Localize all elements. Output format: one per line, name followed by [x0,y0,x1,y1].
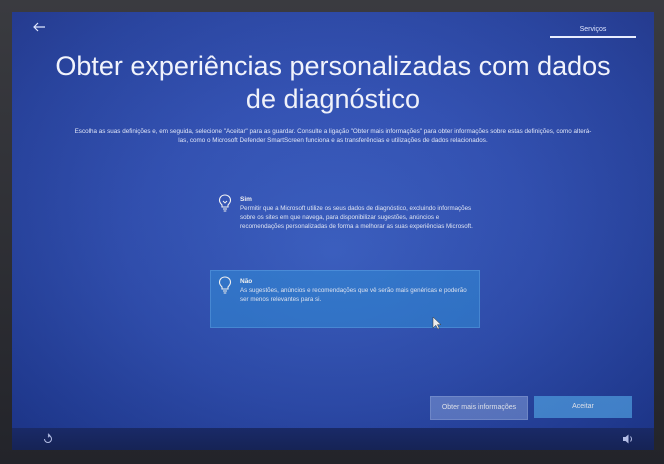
accept-button[interactable]: Aceitar [534,396,632,418]
volume-icon[interactable] [622,433,636,445]
ease-of-access-icon[interactable] [42,433,54,445]
monitor-frame: Serviços Obter experiências personalizad… [0,0,664,464]
option-sim-text: Sim Permitir que a Microsoft utilize os … [240,195,476,231]
tab-servicos[interactable]: Serviços [550,26,636,38]
bottom-bar [12,428,654,450]
option-sim-body: Permitir que a Microsoft utilize os seus… [240,205,473,230]
lightbulb-on-icon [218,194,232,212]
option-nao-text: Não As sugestões, anúncios e recomendaçõ… [240,277,476,304]
option-sim-title: Sim [240,196,252,203]
page-description: Escolha as suas definições e, em seguida… [74,128,592,144]
option-nao-body: As sugestões, anúncios e recomendações q… [240,287,467,303]
lightbulb-off-icon [218,276,232,294]
oobe-screen: Serviços Obter experiências personalizad… [12,12,654,450]
more-info-button[interactable]: Obter mais informações [430,396,528,420]
back-arrow-icon[interactable] [32,20,48,36]
page-title: Obter experiências personalizadas com da… [55,51,611,114]
option-nao-title: Não [240,278,253,285]
option-sim[interactable]: Sim Permitir que a Microsoft utilize os … [210,188,480,264]
mouse-pointer-icon [432,316,442,330]
